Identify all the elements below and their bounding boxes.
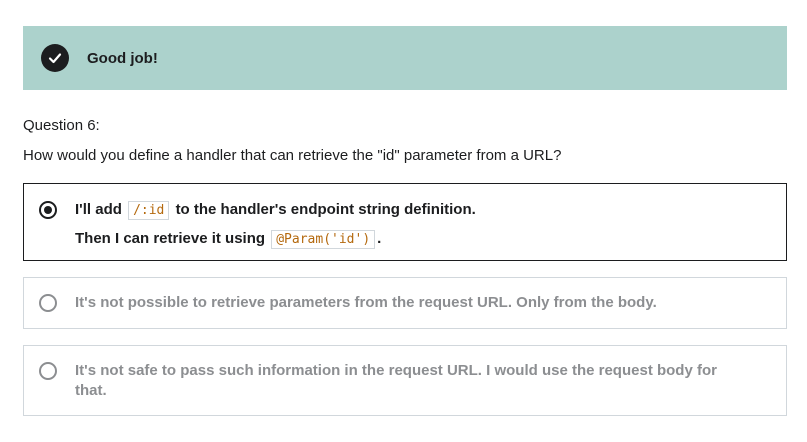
option-1-text-part: . bbox=[377, 230, 382, 247]
code-snippet-param: @Param('id') bbox=[271, 230, 376, 249]
check-circle-icon bbox=[41, 44, 69, 72]
radio-button-selected[interactable] bbox=[39, 201, 57, 219]
question-number: Question 6: bbox=[23, 117, 100, 134]
answer-option-1[interactable]: I'll add /:id to the handler's endpoint … bbox=[23, 183, 787, 261]
option-1-text-part: I'll add bbox=[75, 201, 122, 218]
option-3-text-line: that. bbox=[75, 382, 107, 399]
answer-option-3-label: It's not safe to pass such information i… bbox=[75, 361, 762, 401]
answer-option-2[interactable]: It's not possible to retrieve parameters… bbox=[23, 277, 787, 329]
question-text: How would you define a handler that can … bbox=[23, 147, 562, 164]
answer-option-2-label: It's not possible to retrieve parameters… bbox=[75, 294, 657, 311]
answer-option-1-label: I'll add /:id to the handler's endpoint … bbox=[75, 200, 762, 250]
radio-button[interactable] bbox=[39, 362, 57, 380]
result-banner: Good job! bbox=[23, 26, 787, 90]
code-snippet-path: /:id bbox=[128, 201, 170, 220]
result-title: Good job! bbox=[87, 49, 158, 67]
option-3-text-line: It's not safe to pass such information i… bbox=[75, 362, 717, 379]
option-1-text-part: Then I can retrieve it using bbox=[75, 230, 266, 247]
option-1-text-part: to the handler's endpoint string definit… bbox=[175, 201, 476, 218]
answer-option-3[interactable]: It's not safe to pass such information i… bbox=[23, 345, 787, 416]
radio-button[interactable] bbox=[39, 294, 57, 312]
